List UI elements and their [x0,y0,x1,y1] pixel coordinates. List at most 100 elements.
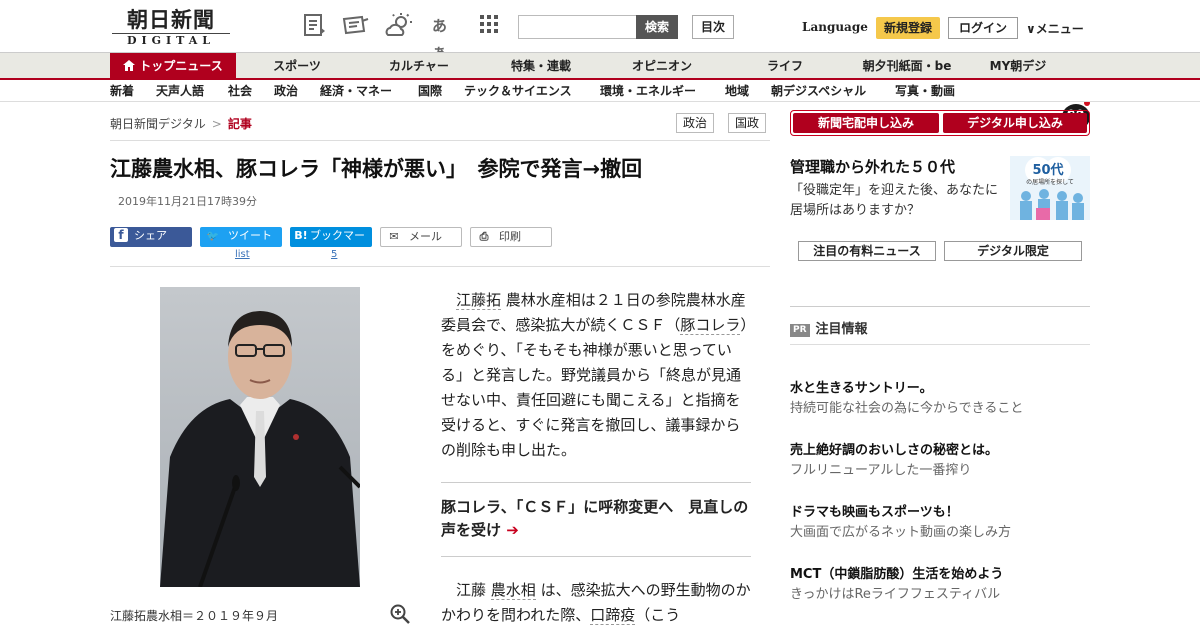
divider [441,482,751,483]
hatena-bookmark-button[interactable]: B! ブックマーク [290,227,372,260]
print-icon: ⎙ [479,230,489,243]
person-link[interactable]: 江藤拓 [456,291,502,310]
subnav-photo[interactable]: 写真・動画 [895,80,955,102]
weather-icon[interactable] [385,13,413,39]
nav-top-news[interactable]: トップニュース [110,53,236,79]
paragraph: 江藤拓 農林水産相は２１日の参院農林水産委員会で、感染拡大が続くＣＳＦ（豚コレラ… [441,288,751,463]
toc-button[interactable]: 目次 [692,15,734,39]
menu-button[interactable]: ∨メニュー [1026,20,1084,37]
pr-item-sub: 大画面で広がるネット動画の楽しみ方 [790,525,1012,540]
pr-item-sub: フルリニューアルした一番搾り [790,463,972,478]
search-input[interactable] [518,15,638,39]
register-button[interactable]: 新規登録 [876,17,940,39]
search-button[interactable]: 検索 [636,15,678,39]
font-size-icon[interactable]: あぁ [432,13,460,61]
tag-national-politics[interactable]: 国政 [728,113,767,133]
divider [441,556,751,557]
nav-features[interactable]: 特集・連載 [500,53,582,79]
subnav-new[interactable]: 新着 [110,80,134,102]
login-button[interactable]: ログイン [948,17,1018,39]
pr-item-sub: 持続可能な社会の為に今からできること [790,401,1024,416]
article-photo[interactable] [160,287,360,587]
promo-image-title: 50代 [1032,162,1063,178]
subnav-special[interactable]: 朝デジスペシャル [771,80,866,102]
subnav-tensei[interactable]: 天声人語 [156,80,204,102]
pr-badge: PR [790,324,810,337]
site-header: 朝日新聞 DIGITAL あぁ 検索 目次 Language 新規登録 ログイン… [0,0,1200,61]
subnav-economy[interactable]: 経済・マネー [320,80,392,102]
related-title: 豚コレラ、「ＣＳＦ」に呼称変更へ 見直しの声を受け [441,498,749,539]
promo-image[interactable]: 50代 の居場所を探して [1010,156,1090,220]
subnav-tech[interactable]: テック＆サイエンス [464,80,572,102]
asahi-logo[interactable]: 朝日新聞 DIGITAL [112,8,230,48]
hatena-count[interactable]: 5 [331,249,337,260]
tab-paid-news[interactable]: 注目の有料ニュース [798,241,936,261]
mail-share-button[interactable]: ✉ メール [380,227,462,247]
pr-heading-label: 注目情報 [815,322,868,337]
main-nav: トップニュース スポーツ カルチャー 特集・連載 オピニオン ライフ 朝夕刊紙面… [0,52,1200,130]
article-body-continued: 江藤 農水相 は、感染拡大への野生動物のかかわりを問われた際、口蹄疫（こう [441,578,751,628]
promo-title[interactable]: 管理職から外れた５０代 [790,156,955,177]
subscribe-paper-button[interactable]: 新聞宅配申し込み [793,113,939,133]
nav-label: トップニュース [139,59,223,73]
subnav-environment[interactable]: 環境・エネルギー [600,80,696,102]
divider [790,344,1090,345]
pr-item-sub: きっかけはReライフフェスティバル [790,587,1001,602]
hatena-icon: B! [294,229,308,242]
nav-culture[interactable]: カルチャー [376,53,462,79]
breadcrumb-home[interactable]: 朝日新聞デジタル [110,117,206,131]
share-label: 印刷 [499,230,521,243]
article-date: 2019年11月21日17時39分 [118,195,257,208]
article-title: 江藤農水相、豚コレラ「神様が悪い」 参院で発言→撤回 [110,157,643,181]
facebook-share-button[interactable]: f シェア [110,227,192,247]
subnav-region[interactable]: 地域 [725,80,749,102]
share-label: ツイート [228,229,272,242]
newspaper-icon[interactable] [342,13,370,39]
text: 江藤 [456,581,491,599]
article-body: 江藤拓 農林水産相は２１日の参院農林水産委員会で、感染拡大が続くＣＳＦ（豚コレラ… [441,288,751,463]
pr-item[interactable]: 売上絶好調のおいしさの秘密とは。 フルリニューアルした一番搾り [790,442,1090,482]
tag-politics[interactable]: 政治 [676,113,715,133]
nav-paper[interactable]: 朝夕刊紙面・be [852,53,962,79]
person-link[interactable]: 農水相 [490,581,536,600]
twitter-share-button[interactable]: 🐦 ツイート [200,227,282,247]
nav-sports[interactable]: スポーツ [256,53,338,79]
share-label: シェア [134,229,167,242]
subnav-international[interactable]: 国際 [418,80,442,102]
subnav-politics[interactable]: 政治 [274,80,298,102]
share-label: メール [409,230,442,243]
pr-item-title: 水と生きるサントリー。 [790,381,933,396]
pr-item-title: ドラマも映画もスポーツも！ [790,505,959,520]
zoom-icon[interactable] [390,604,410,624]
keyword-link[interactable]: 豚コレラ [680,316,741,335]
nav-opinion[interactable]: オピニオン [620,53,704,79]
nav-life[interactable]: ライフ [756,53,814,79]
grid-icon[interactable] [478,13,506,39]
facebook-icon: f [114,228,128,242]
divider [110,266,770,267]
twitter-count[interactable]: list [235,249,250,260]
subscribe-digital-button[interactable]: デジタル申し込み [943,113,1087,133]
pr-item[interactable]: 水と生きるサントリー。 持続可能な社会の為に今からできること [790,380,1090,420]
subnav-society[interactable]: 社会 [228,80,252,102]
mail-icon: ✉ [389,230,399,243]
tab-digital-only[interactable]: デジタル限定 [944,241,1082,261]
print-button[interactable]: ⎙ 印刷 [470,227,552,247]
language-link[interactable]: Language [802,20,868,34]
keyword-link[interactable]: 口蹄疫 [590,606,636,625]
text: ）をめぐり、「そもそも神様が悪いと思っている」と発言した。野党議員から「終息が見… [441,316,748,459]
sub-nav: 新着 天声人語 社会 政治 経済・マネー 国際 テック＆サイエンス 環境・エネル… [0,78,1200,102]
divider [790,306,1090,307]
logo-sub: DIGITAL [112,33,230,47]
pr-item[interactable]: ドラマも映画もスポーツも！ 大画面で広がるネット動画の楽しみ方 [790,504,1090,544]
pr-item[interactable]: MCT（中鎖脂肪酸）生活を始めよう きっかけはReライフフェスティバル [790,566,1090,606]
pr-heading: PR 注目情報 [790,318,868,337]
twitter-icon: 🐦 [206,231,220,242]
digest-icon[interactable] [302,13,330,39]
pr-item-title: MCT（中鎖脂肪酸）生活を始めよう [790,567,1004,582]
logo-main: 朝日新聞 [127,7,215,32]
promo-text[interactable]: 「役職定年」を迎えた後、あなたに居場所はありますか？ [790,181,1005,221]
nav-my-asahi[interactable]: MY朝デジ [980,53,1056,79]
related-article-link[interactable]: 豚コレラ、「ＣＳＦ」に呼称変更へ 見直しの声を受け ➔ [441,496,751,542]
breadcrumb-separator: > [211,117,222,131]
